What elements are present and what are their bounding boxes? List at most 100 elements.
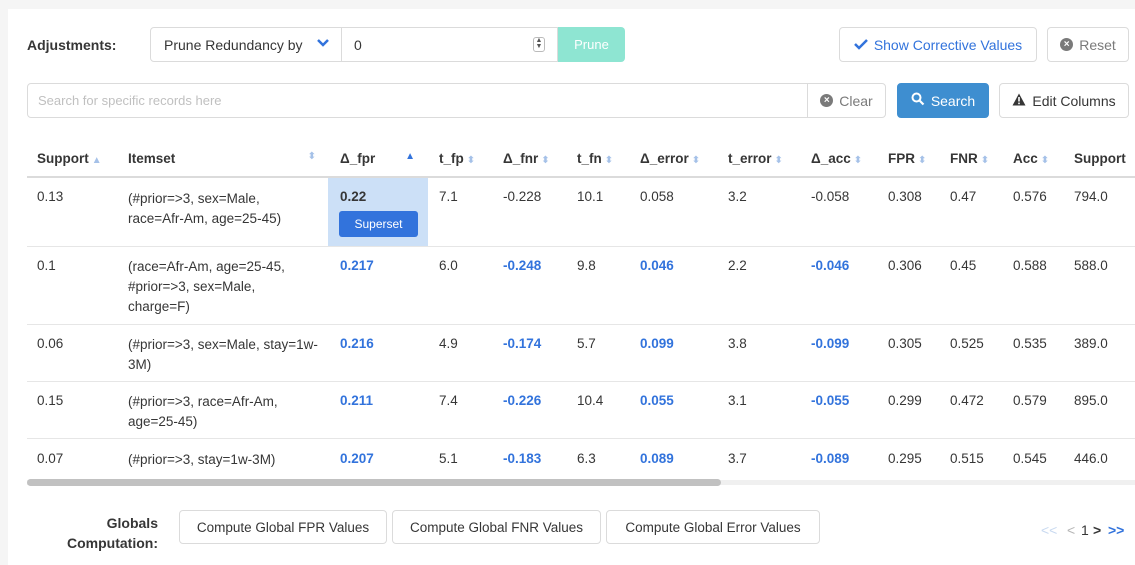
cell-t-fp: 5.1 (439, 451, 458, 466)
cell-t-fp: 7.4 (439, 393, 458, 408)
sort-icon: ⬍ (307, 151, 316, 162)
checkmark-icon (853, 37, 868, 53)
show-corrective-values-label: Show Corrective Values (873, 36, 1023, 53)
cell-d-acc: -0.099 (811, 336, 850, 351)
cell-d-fpr: 0.211 (340, 393, 374, 408)
cell-t-error: 3.7 (728, 451, 747, 466)
cell-itemset: (#prior=>3, sex=Male, stay=1w-3M) (128, 337, 318, 372)
search-icon (911, 92, 925, 109)
superset-badge[interactable]: Superset (339, 211, 418, 237)
edit-columns-button[interactable]: Edit Columns (999, 83, 1129, 118)
cell-support-count: 446.0 (1074, 451, 1108, 466)
column-header-d-error[interactable]: Δ_error ⬍ (640, 151, 700, 166)
cell-d-error: 0.058 (640, 189, 674, 204)
cell-d-acc: -0.058 (811, 189, 850, 204)
cell-t-error: 3.8 (728, 336, 747, 351)
prev-page-icon[interactable]: < (1067, 522, 1075, 538)
cell-support: 0.06 (37, 336, 64, 351)
compute-global-fnr-button[interactable]: Compute Global FNR Values (392, 510, 601, 544)
cell-t-error: 3.2 (728, 189, 747, 204)
column-header-acc[interactable]: Acc ⬍ (1013, 151, 1049, 166)
edit-columns-label: Edit Columns (1032, 92, 1116, 109)
cell-d-acc: -0.046 (811, 258, 850, 273)
prune-mode-select[interactable]: Prune Redundancy by (150, 27, 342, 62)
chevron-down-icon (317, 36, 329, 53)
column-header-d-fpr[interactable]: Δ_fpr ▲ (340, 151, 415, 166)
next-page-icon[interactable]: > (1093, 522, 1101, 538)
column-header-t-fn[interactable]: t_fn ⬍ (577, 151, 613, 166)
sort-icon: ▲ (91, 155, 102, 166)
cell-itemset: (#prior=>3, sex=Male, race=Afr-Am, age=2… (128, 191, 282, 226)
sort-icon: ⬍ (691, 155, 701, 166)
cell-acc: 0.588 (1013, 258, 1047, 273)
cell-d-fpr: 0.216 (340, 336, 374, 351)
header-divider (27, 176, 1135, 178)
page-number[interactable]: 1 (1081, 522, 1089, 538)
sort-icon: ⬍ (1040, 155, 1050, 166)
cell-d-fnr: -0.228 (503, 189, 542, 204)
cell-d-fnr: -0.226 (503, 393, 542, 408)
cell-fnr: 0.45 (950, 258, 977, 273)
sort-icon: ⬍ (853, 155, 863, 166)
search-label: Search (930, 92, 976, 109)
cell-d-error: 0.099 (640, 336, 674, 351)
reset-label: Reset (1079, 36, 1116, 53)
cell-acc: 0.535 (1013, 336, 1047, 351)
cell-itemset: (#prior=>3, stay=1w-3M) (128, 452, 276, 467)
sort-icon: ⬍ (541, 155, 550, 166)
prune-value-input[interactable]: 0 ▲ ▼ (341, 27, 558, 62)
cell-support-count: 389.0 (1074, 336, 1108, 351)
cell-support: 0.13 (37, 189, 64, 204)
cell-d-fnr: -0.183 (503, 451, 542, 466)
cell-t-error: 3.1 (728, 393, 747, 408)
clear-button[interactable]: × Clear (807, 83, 886, 118)
reset-button[interactable]: × Reset (1047, 27, 1129, 62)
sort-asc-icon: ▲ (405, 151, 415, 162)
column-header-itemset[interactable]: Itemset ⬍ (128, 151, 316, 166)
cell-fpr: 0.306 (888, 258, 922, 273)
cell-t-fp: 7.1 (439, 189, 458, 204)
column-header-d-acc[interactable]: Δ_acc ⬍ (811, 151, 862, 166)
cell-support-count: 794.0 (1074, 189, 1108, 204)
cell-d-fpr: 0.22 (340, 189, 367, 204)
cell-support-count: 895.0 (1074, 393, 1108, 408)
cell-t-fp: 6.0 (439, 258, 458, 273)
column-header-t-error[interactable]: t_error ⬍ (728, 151, 783, 166)
prune-mode-value: Prune Redundancy by (164, 37, 303, 53)
cell-d-error: 0.046 (640, 258, 674, 273)
row-divider (27, 438, 1135, 439)
column-header-fpr[interactable]: FPR ⬍ (888, 151, 926, 166)
cell-t-fn: 9.8 (577, 258, 596, 273)
last-page-icon[interactable]: >> (1108, 522, 1124, 538)
adjustments-label: Adjustments: (27, 37, 117, 53)
first-page-icon[interactable]: << (1041, 522, 1057, 538)
number-stepper-icon[interactable]: ▲ ▼ (533, 37, 545, 52)
cell-fnr: 0.525 (950, 336, 984, 351)
cell-support: 0.1 (37, 258, 56, 273)
column-header-support-count[interactable]: Support (1074, 151, 1126, 166)
cell-fpr: 0.308 (888, 189, 922, 204)
cell-d-error: 0.055 (640, 393, 674, 408)
search-input[interactable]: Search for specific records here (27, 83, 808, 118)
row-divider (27, 381, 1135, 382)
cell-acc: 0.545 (1013, 451, 1047, 466)
cell-support: 0.07 (37, 451, 64, 466)
cell-d-acc: -0.055 (811, 393, 850, 408)
cell-support-count: 588.0 (1074, 258, 1108, 273)
search-button[interactable]: Search (897, 83, 989, 118)
column-header-d-fnr[interactable]: Δ_fnr ⬍ (503, 151, 550, 166)
column-header-support[interactable]: Support ▲ (37, 151, 102, 166)
cell-t-fn: 10.1 (577, 189, 604, 204)
column-header-t-fp[interactable]: t_fp ⬍ (439, 151, 475, 166)
compute-global-fpr-button[interactable]: Compute Global FPR Values (179, 510, 387, 544)
column-header-fnr[interactable]: FNR ⬍ (950, 151, 989, 166)
close-circle-icon: × (820, 94, 834, 107)
cell-fnr: 0.515 (950, 451, 984, 466)
cell-fpr: 0.295 (888, 451, 922, 466)
horizontal-scrollbar-thumb[interactable] (27, 479, 721, 486)
show-corrective-values-button[interactable]: Show Corrective Values (839, 27, 1037, 62)
cell-t-fn: 5.7 (577, 336, 596, 351)
prune-button[interactable]: Prune (558, 27, 625, 62)
cell-t-fp: 4.9 (439, 336, 458, 351)
compute-global-error-button[interactable]: Compute Global Error Values (606, 510, 820, 544)
